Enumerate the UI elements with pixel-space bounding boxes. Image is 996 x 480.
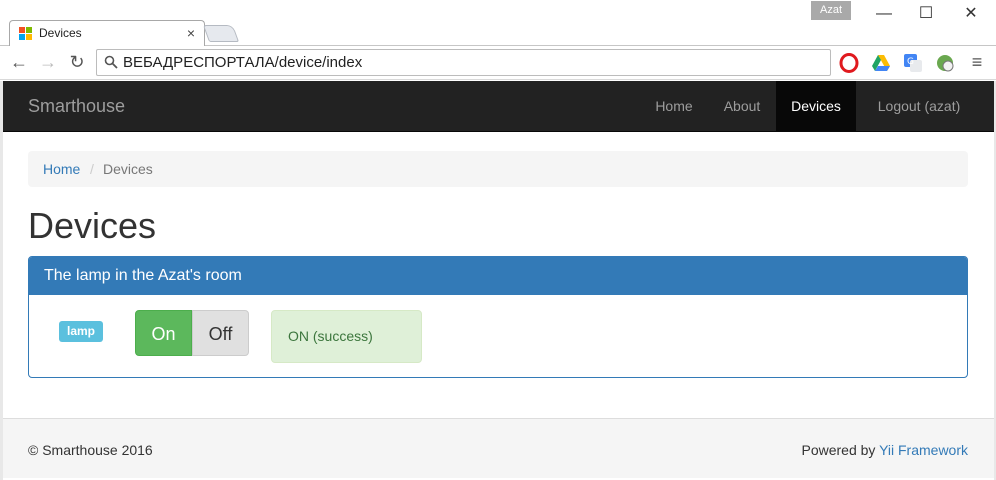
site-navbar: Smarthouse Home About Devices Logout (az… — [3, 81, 994, 132]
reload-icon[interactable]: ↻ — [66, 51, 88, 73]
breadcrumb-separator: / — [90, 161, 94, 177]
yii-framework-link[interactable]: Yii Framework — [879, 442, 968, 458]
translate-icon[interactable]: G — [903, 53, 923, 73]
page-title: Devices — [28, 205, 157, 246]
panel-title: The lamp in the Azat's room — [44, 267, 242, 284]
close-window-button[interactable]: ✕ — [958, 3, 984, 25]
on-button[interactable]: On — [135, 310, 192, 356]
off-button[interactable]: Off — [192, 310, 249, 356]
profile-button[interactable]: Azat — [811, 1, 851, 20]
forward-icon[interactable]: → — [37, 51, 59, 73]
search-icon — [104, 55, 118, 69]
nav-devices[interactable]: Devices — [776, 81, 856, 131]
breadcrumb: Home / Devices — [28, 151, 968, 187]
tab-title: Devices — [39, 26, 82, 40]
address-bar[interactable] — [96, 49, 831, 76]
navbar-brand[interactable]: Smarthouse — [28, 96, 125, 117]
powered-by-text: Powered by — [801, 442, 876, 458]
panel-heading: The lamp in the Azat's room — [29, 257, 967, 295]
browser-toolbar: ← → ↻ G ≡ — [0, 46, 996, 80]
footer-copyright: © Smarthouse 2016 — [28, 442, 153, 458]
new-tab-button[interactable] — [202, 25, 240, 42]
nav-home[interactable]: Home — [640, 81, 708, 131]
google-drive-icon[interactable] — [871, 53, 891, 73]
footer-powered-by: Powered by Yii Framework — [801, 442, 968, 458]
opera-icon[interactable] — [839, 53, 859, 73]
address-input[interactable] — [123, 53, 823, 72]
browser-tabstrip: Devices × Azat — ☐ ✕ — [0, 0, 996, 46]
minimize-button[interactable]: — — [871, 3, 897, 25]
favicon-icon — [19, 27, 32, 40]
svg-text:G: G — [907, 57, 914, 67]
browser-tab[interactable]: Devices × — [9, 20, 205, 46]
site-footer: © Smarthouse 2016 Powered by Yii Framewo… — [3, 418, 994, 478]
chrome-menu-icon[interactable]: ≡ — [966, 51, 988, 73]
device-type-badge: lamp — [59, 321, 104, 342]
breadcrumb-home-link[interactable]: Home — [43, 161, 80, 177]
tab-close-icon[interactable]: × — [187, 25, 195, 41]
breadcrumb-current: Devices — [103, 161, 153, 177]
extension-icon[interactable] — [935, 53, 955, 73]
maximize-button[interactable]: ☐ — [913, 3, 939, 25]
nav-about[interactable]: About — [708, 81, 776, 131]
nav-logout[interactable]: Logout (azat) — [856, 81, 982, 131]
status-alert: ON (success) — [271, 310, 422, 363]
back-icon[interactable]: ← — [8, 51, 30, 73]
device-panel: The lamp in the Azat's room lamp On Off … — [28, 256, 968, 378]
